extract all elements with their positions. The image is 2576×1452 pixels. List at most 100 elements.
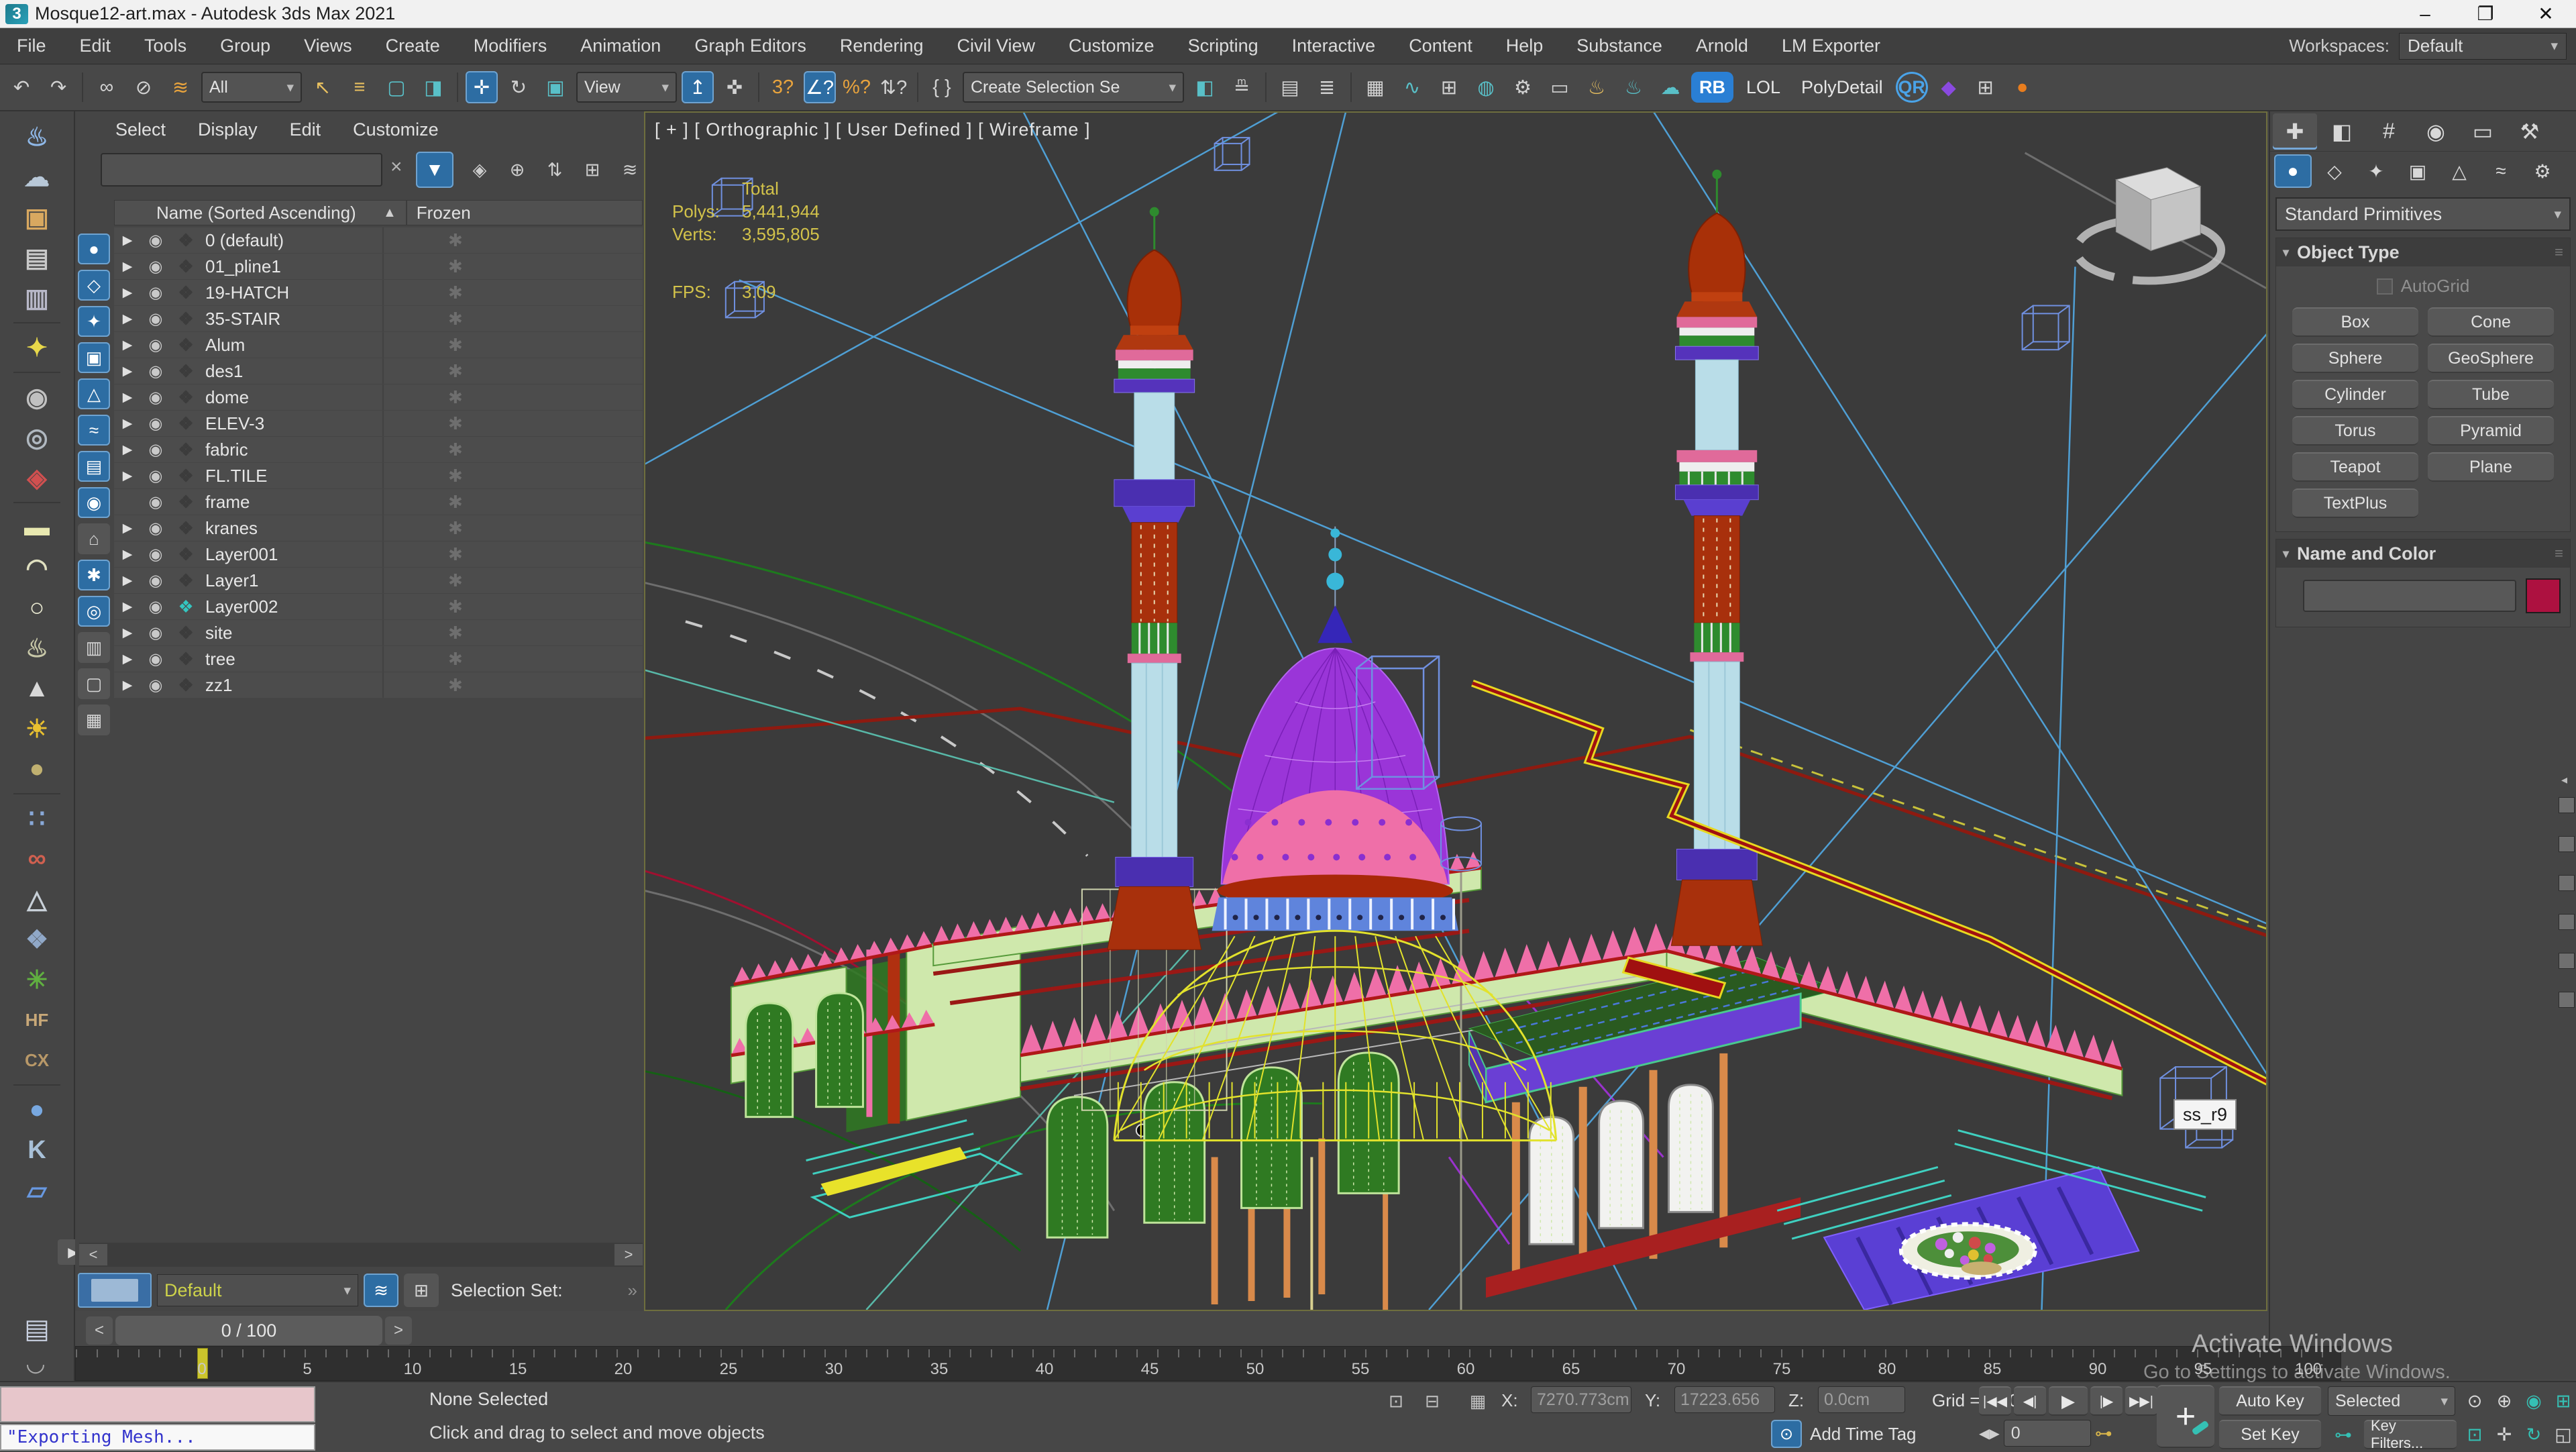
menu-graph-editors[interactable]: Graph Editors	[678, 36, 823, 56]
redo-icon[interactable]: ↷	[42, 71, 74, 103]
pan-icon[interactable]: ✛	[2490, 1418, 2518, 1451]
visibility-eye-icon[interactable]: ◉	[141, 623, 170, 643]
add-to-layer-icon[interactable]: ⇅	[539, 153, 570, 187]
filter-hidden-icon[interactable]: ◎	[78, 596, 110, 627]
spacewarp-icon[interactable]: △	[9, 880, 65, 918]
visibility-eye-icon[interactable]: ◉	[141, 231, 170, 250]
menu-file[interactable]: File	[0, 36, 63, 56]
frozen-cell[interactable]: ✱	[382, 489, 643, 515]
table-row[interactable]: ▶ ◉ ❖ 01_pline1 ✱	[114, 254, 643, 279]
table-row[interactable]: ▶ ◉ ❖ dome ✱	[114, 384, 643, 410]
selection-filter-dropdown[interactable]: All ▾	[201, 72, 302, 103]
layer-stack-icon[interactable]: ❖	[170, 309, 201, 329]
visibility-eye-icon[interactable]: ◉	[141, 309, 170, 329]
dome-icon[interactable]: ◠	[9, 549, 65, 586]
select-manipulate-icon[interactable]: ✜	[718, 71, 751, 103]
key-icon[interactable]: ⊶	[2328, 1420, 2359, 1449]
curve-editor-icon[interactable]: ∿	[1396, 71, 1428, 103]
cat-helpers[interactable]: △	[2440, 154, 2478, 188]
disc-icon[interactable]: ○	[9, 589, 65, 627]
expand-arrow-icon[interactable]: ▶	[114, 285, 141, 301]
menu-help[interactable]: Help	[1489, 36, 1560, 56]
zoom-all-icon[interactable]: ⊕	[2490, 1385, 2518, 1417]
layer-stack-icon[interactable]: ❖	[170, 492, 201, 513]
zoom-extents-icon[interactable]: ◉	[2520, 1385, 2548, 1417]
scroll-right-button[interactable]: >	[614, 1244, 643, 1265]
add-layer-icon[interactable]: ⊕	[502, 153, 533, 187]
z-field[interactable]: 0.0cm	[1818, 1386, 1905, 1413]
rendered-frame-icon[interactable]: ▣	[9, 199, 65, 236]
tube-button[interactable]: Tube	[2428, 380, 2554, 409]
frozen-cell[interactable]: ✱	[382, 463, 643, 488]
blank-view-icon[interactable]: ▢	[78, 668, 110, 699]
scene-explorer-toggle-icon[interactable]: ▤	[1274, 71, 1306, 103]
expand-arrow-icon[interactable]: ▶	[114, 390, 141, 405]
filter-frozen-icon[interactable]: ✱	[78, 560, 110, 590]
menu-tools[interactable]: Tools	[127, 36, 203, 56]
layer-stack-icon[interactable]: ❖	[170, 675, 201, 696]
time-field[interactable]: 0 / 100	[115, 1316, 382, 1345]
panel-scroll-arrow-icon[interactable]: ◂	[2561, 773, 2567, 787]
layer-stack-icon[interactable]: ❖	[170, 518, 201, 539]
particles-icon[interactable]: ∷	[9, 800, 65, 837]
table-row[interactable]: ▶ ◉ ❖ Layer001 ✱	[114, 541, 643, 567]
mirror-icon[interactable]: ◧	[1189, 71, 1221, 103]
name-color-header[interactable]: ▾ Name and Color ≡	[2276, 539, 2570, 568]
textplus-button[interactable]: TextPlus	[2292, 488, 2418, 518]
menu-arnold[interactable]: Arnold	[1679, 36, 1765, 56]
cylinder-button[interactable]: Cylinder	[2292, 380, 2418, 409]
table-row[interactable]: ▶ ◉ ❖ 0 (default) ✱	[114, 227, 643, 253]
autogrid-checkbox[interactable]	[2376, 278, 2393, 295]
frozen-cell[interactable]: ✱	[382, 254, 643, 279]
filter-lights-icon[interactable]: ✦	[78, 306, 110, 337]
table-row[interactable]: ▶ ◉ ❖ Layer1 ✱	[114, 568, 643, 593]
menu-modifiers[interactable]: Modifiers	[457, 36, 564, 56]
visibility-eye-icon[interactable]: ◉	[141, 676, 170, 695]
menu-lm-exporter[interactable]: LM Exporter	[1765, 36, 1897, 56]
frozen-cell[interactable]: ✱	[382, 437, 643, 462]
render-iterative-icon[interactable]: ♨	[1617, 71, 1650, 103]
batch-render-icon[interactable]: ▥	[9, 279, 65, 317]
y-field[interactable]: 17223.656	[1674, 1386, 1775, 1413]
cat-geometry[interactable]: ●	[2274, 154, 2312, 188]
menu-rendering[interactable]: Rendering	[823, 36, 941, 56]
visibility-eye-icon[interactable]: ◉	[141, 650, 170, 669]
layer-stack-icon[interactable]: ❖	[170, 439, 201, 460]
time-tag-icon[interactable]: ⊙	[1771, 1420, 1802, 1448]
menu-interactive[interactable]: Interactive	[1275, 36, 1393, 56]
frozen-cell[interactable]: ✱	[382, 280, 643, 305]
rock-icon[interactable]: ❖	[9, 921, 65, 958]
horizontal-scrollbar[interactable]: < >	[79, 1243, 643, 1267]
go-end-button[interactable]: ▶▶|	[2125, 1386, 2157, 1416]
transform-typein-icon[interactable]: ▦	[1462, 1386, 1493, 1416]
table-header[interactable]: Name (Sorted Ascending) ▲ Frozen	[114, 200, 643, 225]
menu-animation[interactable]: Animation	[564, 36, 678, 56]
plane-icon[interactable]: ▬	[9, 509, 65, 546]
layer-stack-icon[interactable]: ❖	[170, 466, 201, 486]
mini-icon[interactable]	[2559, 797, 2575, 813]
expand-arrow-icon[interactable]: ▶	[114, 416, 141, 431]
column-frozen[interactable]: Frozen	[405, 201, 642, 225]
track-view-button[interactable]	[78, 1273, 152, 1308]
visibility-eye-icon[interactable]: ◉	[141, 440, 170, 460]
lens-icon[interactable]: ◎	[9, 419, 65, 456]
bind-spacewarp-icon[interactable]: ≋	[164, 71, 197, 103]
detail-view-icon[interactable]: ▦	[78, 705, 110, 735]
expand-arrow-icon[interactable]: ▶	[114, 338, 141, 353]
select-object-icon[interactable]: ↖	[307, 71, 339, 103]
go-start-button[interactable]: |◀◀	[1979, 1386, 2011, 1416]
zoom-region-icon[interactable]: ⊡	[2461, 1418, 2489, 1451]
proxy-icon[interactable]: ▱	[9, 1172, 65, 1209]
viewport[interactable]: [ + ] [ Orthographic ] [ User Defined ] …	[644, 111, 2267, 1311]
pyramid-button[interactable]: Pyramid	[2428, 416, 2554, 446]
time-spinner[interactable]: < 0 / 100 >	[86, 1315, 412, 1346]
video-post-icon[interactable]: ◈	[9, 459, 65, 497]
hierarchy-button[interactable]: ⊞	[404, 1274, 439, 1307]
expand-arrow-icon[interactable]: ▶	[114, 364, 141, 379]
teapot-blue-icon[interactable]: ♨	[9, 118, 65, 156]
object-type-header[interactable]: ▾ Object Type ≡	[2276, 238, 2570, 266]
menu-substance[interactable]: Substance	[1560, 36, 1679, 56]
frozen-cell[interactable]: ✱	[382, 411, 643, 436]
schematic-view-icon[interactable]: ⊞	[1433, 71, 1465, 103]
hair-cx-icon[interactable]: CX	[9, 1041, 65, 1079]
